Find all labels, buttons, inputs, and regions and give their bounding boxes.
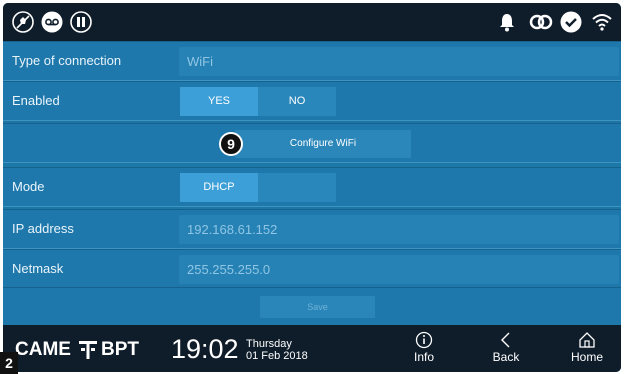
row-netmask: Netmask 255.255.255.0 (3, 249, 621, 289)
row-mode: Mode DHCP (3, 167, 621, 207)
status-bar (3, 3, 621, 41)
door-release-icon[interactable] (70, 11, 92, 33)
info-label: Info (413, 350, 434, 364)
info-icon (415, 331, 433, 349)
back-button[interactable]: Back (476, 331, 536, 371)
configure-wifi-button[interactable]: Configure WiFi (235, 130, 411, 158)
wifi-icon[interactable] (591, 11, 613, 33)
row-configure-wifi: Configure WiFi 9 (3, 123, 621, 163)
mode-dhcp-button[interactable]: DHCP (180, 173, 258, 202)
ip-address-field[interactable]: 192.168.61.152 (179, 215, 619, 244)
voicemail-icon[interactable] (41, 11, 63, 33)
save-row: Save (3, 287, 621, 326)
enabled-no-button[interactable]: NO (258, 87, 336, 116)
screen: Type of connection WiFi Enabled YES NO C… (0, 0, 624, 374)
mode-label: Mode (12, 179, 45, 194)
home-icon (579, 332, 595, 348)
ip-address-label: IP address (12, 221, 74, 236)
bell-icon[interactable] (496, 11, 518, 33)
mute-icon[interactable] (12, 11, 34, 33)
clock-date: 01 Feb 2018 (246, 350, 308, 362)
type-of-connection-label: Type of connection (12, 53, 122, 68)
row-type-of-connection: Type of connection WiFi (3, 41, 621, 81)
clock-day: Thursday (246, 338, 292, 350)
home-label: Home (570, 350, 603, 364)
back-icon (501, 332, 510, 348)
clock-time: 19:02 (171, 334, 239, 364)
netmask-field[interactable]: 255.255.255.0 (179, 255, 619, 284)
type-of-connection-field[interactable]: WiFi (179, 47, 619, 76)
callout-badge: 9 (219, 132, 243, 156)
mode-static-button[interactable] (258, 173, 336, 202)
bottom-bar: CAME BPT 19:02 Thursday 01 Feb 2018 Info… (3, 325, 621, 372)
logo-bpt-text: BPT (101, 339, 139, 360)
figure-number-tag: 2 (0, 352, 18, 374)
back-label: Back (492, 350, 520, 364)
info-button[interactable]: Info (394, 331, 454, 371)
link-icon[interactable] (529, 11, 553, 33)
ip-address-value: 192.168.61.152 (187, 222, 278, 237)
check-icon[interactable] (560, 11, 582, 33)
row-ip-address: IP address 192.168.61.152 (3, 209, 621, 249)
netmask-value: 255.255.255.0 (187, 262, 271, 277)
logo-came-text: CAME (15, 339, 71, 360)
row-enabled: Enabled YES NO (3, 81, 621, 121)
home-button[interactable]: Home (557, 331, 617, 371)
intercom-display: Type of connection WiFi Enabled YES NO C… (3, 3, 621, 372)
enabled-label: Enabled (12, 93, 60, 108)
save-button[interactable]: Save (260, 296, 375, 318)
netmask-label: Netmask (12, 261, 64, 276)
enabled-yes-button[interactable]: YES (180, 87, 258, 116)
logo-mark-icon (79, 341, 97, 359)
type-of-connection-value: WiFi (187, 54, 213, 69)
